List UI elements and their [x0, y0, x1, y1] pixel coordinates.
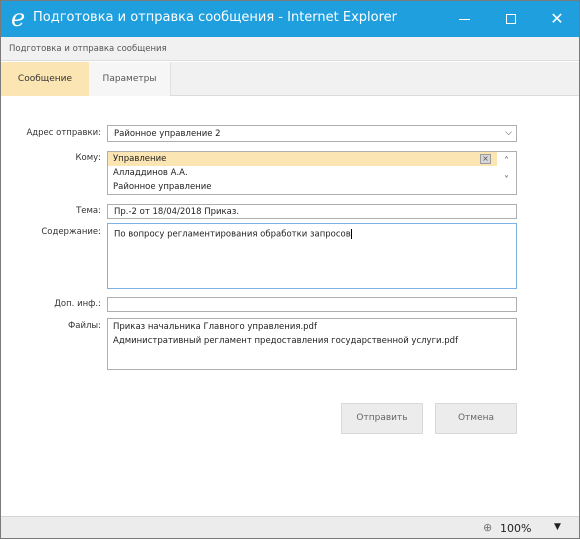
status-bar: ⊕ 100% ▼	[1, 516, 579, 538]
zoom-dropdown-icon[interactable]: ▼	[554, 522, 561, 532]
content-textarea-value: По вопросу регламентирования обработки з…	[114, 229, 351, 240]
recipient-item[interactable]: Управление ×	[108, 152, 497, 166]
recipient-item-label: Районное управление	[113, 182, 212, 192]
send-button[interactable]: Отправить	[341, 403, 423, 434]
maximize-icon	[506, 14, 516, 24]
recipients-list[interactable]: Управление × Алладдинов А.А. Районное уп…	[107, 151, 517, 195]
files-list[interactable]: Приказ начальника Главного управления.pd…	[107, 318, 517, 370]
title-bar[interactable]: e Подготовка и отправка сообщения - Inte…	[1, 1, 579, 37]
zoom-level[interactable]: 100%	[500, 522, 531, 535]
subject-input[interactable]: Пр.-2 от 18/04/2018 Приказ.	[107, 204, 517, 219]
to-label: Кому:	[75, 153, 101, 163]
minimize-icon	[458, 18, 470, 20]
page-subtitle: Подготовка и отправка сообщения	[1, 37, 579, 61]
zoom-icon[interactable]: ⊕	[483, 521, 492, 534]
files-label: Файлы:	[67, 321, 101, 331]
content-textarea[interactable]: По вопросу регламентирования обработки з…	[107, 223, 517, 289]
from-select-value: Районное управление 2	[114, 129, 221, 139]
recipient-item[interactable]: Районное управление	[108, 180, 497, 194]
from-label: Адрес отправки:	[26, 128, 101, 138]
from-select[interactable]: Районное управление 2 ⌵	[107, 125, 517, 142]
chevron-down-icon[interactable]: ⌵	[505, 128, 512, 138]
text-cursor	[350, 229, 352, 239]
recipient-item-label: Управление	[113, 154, 167, 164]
recipient-item[interactable]: Алладдинов А.А.	[108, 166, 497, 180]
recipients-scrollbar[interactable]: ˄ ˅	[497, 152, 516, 194]
cancel-button[interactable]: Отмена	[435, 403, 517, 434]
browser-window: e Подготовка и отправка сообщения - Inte…	[0, 0, 580, 539]
extra-info-label: Доп. инф.:	[54, 299, 101, 309]
file-item[interactable]: Административный регламент предоставлени…	[113, 336, 516, 350]
close-button[interactable]: ✕	[534, 1, 580, 37]
file-item[interactable]: Приказ начальника Главного управления.pd…	[113, 322, 516, 336]
subject-label: Тема:	[76, 206, 101, 216]
window-title: Подготовка и отправка сообщения - Intern…	[33, 10, 397, 25]
tab-parameters[interactable]: Параметры	[89, 62, 171, 96]
maximize-button[interactable]	[488, 1, 534, 37]
content-label: Содержание:	[41, 227, 101, 237]
minimize-button[interactable]	[441, 1, 487, 37]
tab-message[interactable]: Сообщение	[1, 62, 89, 96]
close-icon: ✕	[550, 9, 564, 28]
internet-explorer-logo-icon: e	[11, 4, 26, 32]
extra-info-input[interactable]	[107, 297, 517, 312]
tab-bar: Сообщение Параметры	[1, 62, 579, 96]
chevron-up-icon[interactable]: ˄	[497, 156, 516, 167]
chevron-down-icon[interactable]: ˅	[497, 175, 516, 186]
remove-icon[interactable]: ×	[480, 154, 491, 164]
subject-input-value: Пр.-2 от 18/04/2018 Приказ.	[114, 207, 240, 217]
recipient-item-label: Алладдинов А.А.	[113, 168, 188, 178]
